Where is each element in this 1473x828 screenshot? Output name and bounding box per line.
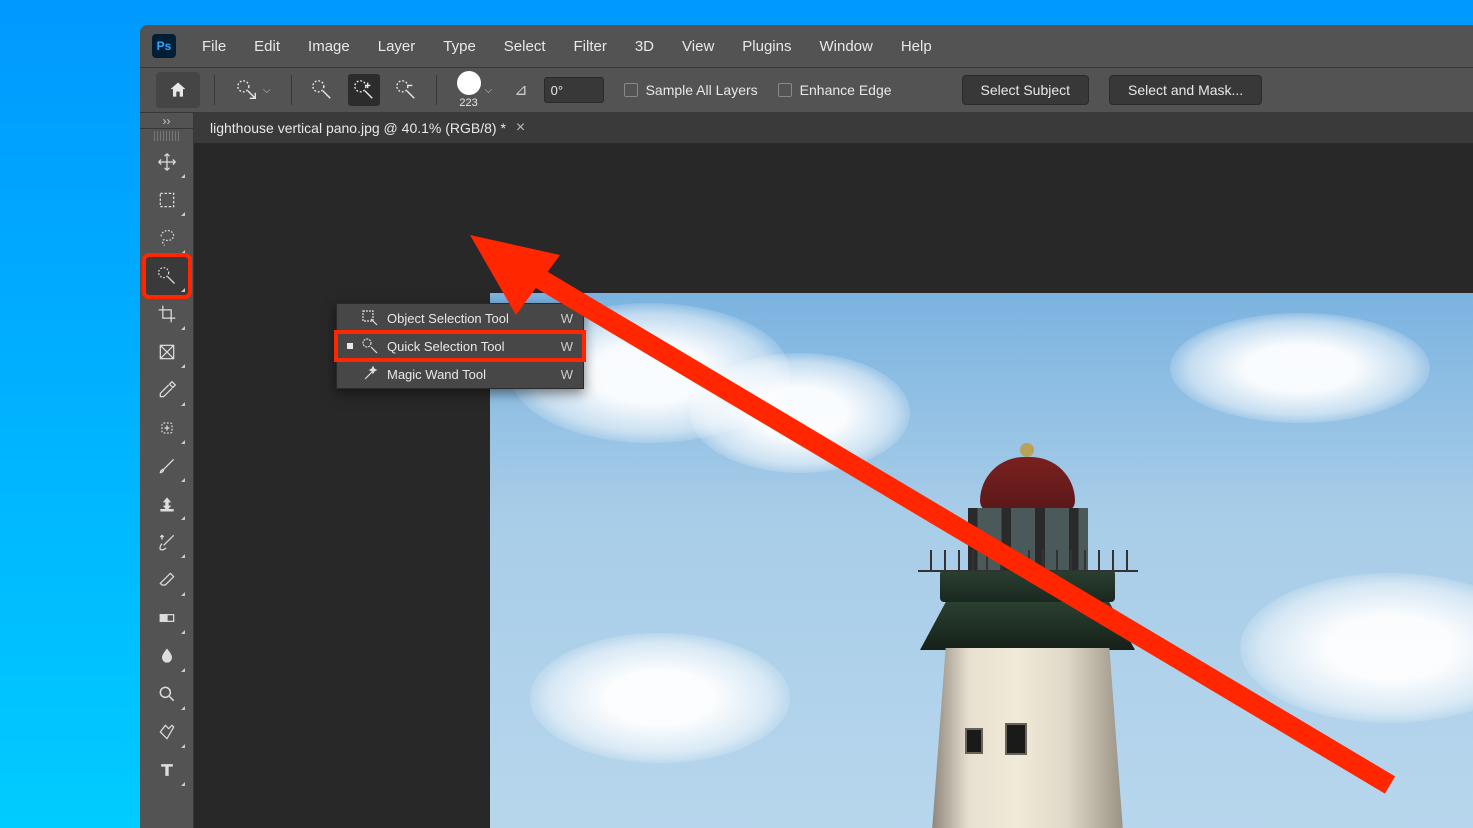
menu-help[interactable]: Help — [889, 34, 944, 59]
dodge-tool[interactable] — [146, 675, 188, 713]
object-selection-icon — [361, 309, 379, 327]
active-indicator — [347, 315, 353, 321]
menu-plugins[interactable]: Plugins — [730, 34, 803, 59]
brush-size-label: 223 — [459, 97, 477, 109]
chevron-down-icon: ⌵ — [263, 85, 271, 96]
close-tab-icon[interactable]: × — [516, 119, 525, 137]
brush-preview-icon — [457, 71, 481, 95]
workspace: lighthouse vertical pano.jpg @ 40.1% (RG… — [194, 113, 1473, 828]
angle-icon: ⊿ — [514, 80, 527, 100]
select-subject-button[interactable]: Select Subject — [962, 75, 1090, 105]
frame-tool[interactable] — [146, 333, 188, 371]
menu-type[interactable]: Type — [431, 34, 488, 59]
options-bar: ⌵ 223 ⌵ ⊿ 0° Sample All Layers Enhance — [140, 67, 1473, 113]
new-selection-button[interactable] — [306, 74, 338, 106]
clone-stamp-tool[interactable] — [146, 485, 188, 523]
tool-preset-dropdown[interactable]: ⌵ — [229, 78, 277, 102]
enhance-edge-label: Enhance Edge — [800, 82, 892, 98]
menu-select[interactable]: Select — [492, 34, 558, 59]
subtract-selection-button[interactable] — [390, 74, 422, 106]
flyout-label: Quick Selection Tool — [387, 339, 553, 354]
menu-edit[interactable]: Edit — [242, 34, 292, 59]
home-button[interactable] — [156, 72, 200, 108]
flyout-magic-wand[interactable]: Magic Wand Tool W — [337, 360, 583, 388]
active-indicator — [347, 343, 353, 349]
sample-all-layers-checkbox[interactable]: Sample All Layers — [624, 82, 758, 98]
flyout-quick-selection[interactable]: Quick Selection Tool W — [337, 332, 583, 360]
marquee-tool[interactable] — [146, 181, 188, 219]
enhance-edge-checkbox[interactable]: Enhance Edge — [778, 82, 892, 98]
flyout-shortcut: W — [561, 339, 573, 354]
menu-filter[interactable]: Filter — [562, 34, 619, 59]
blur-tool[interactable] — [146, 637, 188, 675]
angle-input[interactable]: 0° — [544, 77, 604, 103]
menu-bar: Ps File Edit Image Layer Type Select Fil… — [140, 25, 1473, 67]
sample-all-label: Sample All Layers — [646, 82, 758, 98]
checkbox-icon — [778, 83, 792, 97]
chevron-down-icon: ⌵ — [485, 85, 493, 96]
flyout-label: Object Selection Tool — [387, 311, 553, 326]
brush-picker[interactable]: 223 ⌵ — [451, 71, 499, 109]
gradient-tool[interactable] — [146, 599, 188, 637]
move-tool[interactable] — [146, 143, 188, 181]
document-tab[interactable]: lighthouse vertical pano.jpg @ 40.1% (RG… — [210, 119, 525, 137]
healing-brush-tool[interactable] — [146, 409, 188, 447]
tool-flyout-menu: Object Selection Tool W Quick Selection … — [336, 303, 584, 389]
expand-panels-button[interactable]: ›› — [140, 113, 193, 129]
flyout-object-selection[interactable]: Object Selection Tool W — [337, 304, 583, 332]
quick-selection-icon — [235, 78, 259, 102]
photoshop-window: Ps File Edit Image Layer Type Select Fil… — [140, 25, 1473, 828]
app-logo: Ps — [152, 34, 176, 58]
menu-3d[interactable]: 3D — [623, 34, 666, 59]
crop-tool[interactable] — [146, 295, 188, 333]
checkbox-icon — [624, 83, 638, 97]
active-indicator — [347, 371, 353, 377]
document-image — [490, 293, 1473, 828]
eyedropper-tool[interactable] — [146, 371, 188, 409]
add-selection-button[interactable] — [348, 74, 380, 106]
menu-image[interactable]: Image — [296, 34, 362, 59]
document-title: lighthouse vertical pano.jpg @ 40.1% (RG… — [210, 120, 506, 136]
document-tab-bar: lighthouse vertical pano.jpg @ 40.1% (RG… — [194, 113, 1473, 143]
select-and-mask-button[interactable]: Select and Mask... — [1109, 75, 1262, 105]
lasso-tool[interactable] — [146, 219, 188, 257]
menu-layer[interactable]: Layer — [366, 34, 428, 59]
menu-window[interactable]: Window — [807, 34, 884, 59]
canvas[interactable] — [194, 143, 1473, 828]
quick-selection-tool[interactable] — [146, 257, 188, 295]
menu-file[interactable]: File — [190, 34, 238, 59]
quick-selection-icon — [361, 337, 379, 355]
type-tool[interactable] — [146, 751, 188, 789]
flyout-shortcut: W — [561, 367, 573, 382]
brush-tool[interactable] — [146, 447, 188, 485]
menu-view[interactable]: View — [670, 34, 726, 59]
magic-wand-icon — [361, 365, 379, 383]
pen-tool[interactable] — [146, 713, 188, 751]
panel-grip[interactable] — [154, 131, 179, 141]
flyout-label: Magic Wand Tool — [387, 367, 553, 382]
eraser-tool[interactable] — [146, 561, 188, 599]
history-brush-tool[interactable] — [146, 523, 188, 561]
flyout-shortcut: W — [561, 311, 573, 326]
tools-panel: ›› — [140, 113, 194, 828]
